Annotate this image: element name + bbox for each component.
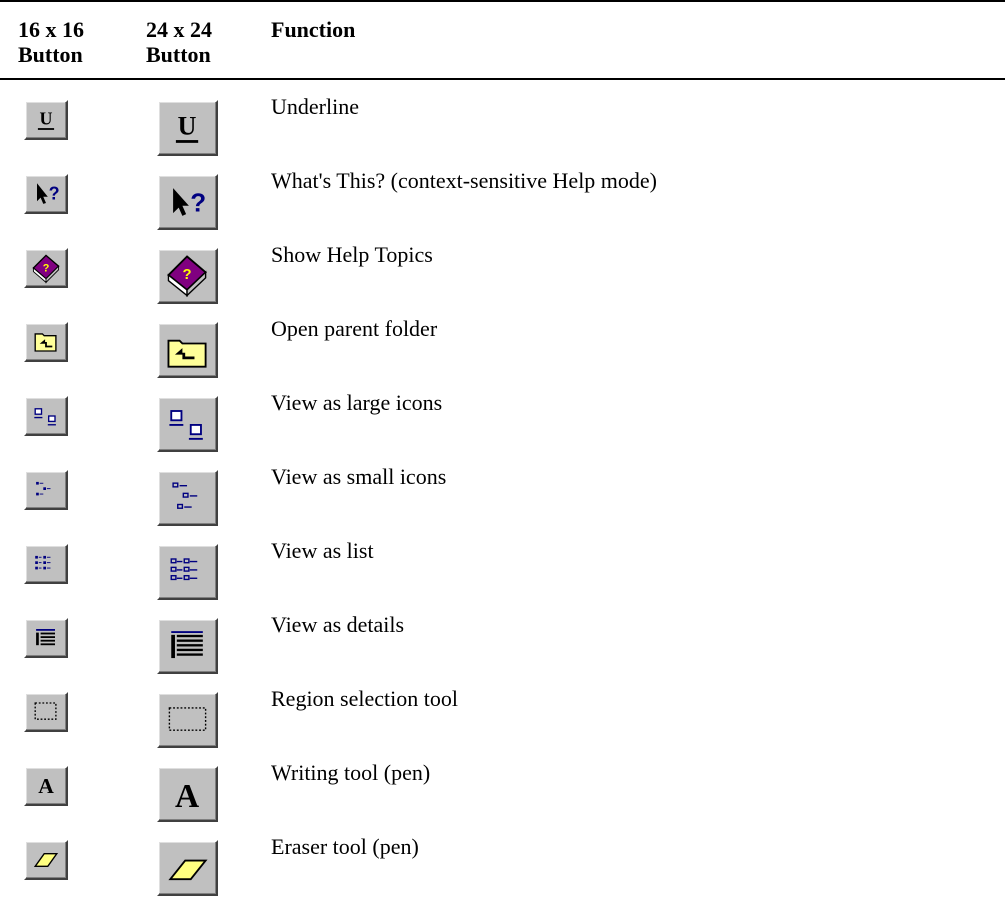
top-rule <box>0 0 1005 2</box>
underline-icon: U <box>37 109 55 130</box>
function-label: Region selection tool <box>271 686 458 711</box>
header-24-line2: Button <box>146 42 211 67</box>
list-view-button-16[interactable] <box>24 544 68 584</box>
underline-button-24[interactable]: U <box>157 100 218 156</box>
svg-text:A: A <box>175 778 199 815</box>
small-icons-button-16[interactable] <box>24 470 68 510</box>
header-16-line2: Button <box>18 42 83 67</box>
function-label: Writing tool (pen) <box>271 760 431 785</box>
table-row: Open parent folder <box>0 316 1005 390</box>
function-label: Open parent folder <box>271 316 438 341</box>
header-16-line1: 16 x 16 <box>18 17 84 42</box>
details-view-button-16[interactable] <box>24 618 68 658</box>
whats-this-button-24[interactable]: ? <box>157 174 218 230</box>
region-select-icon <box>168 707 207 731</box>
svg-text:U: U <box>178 112 197 141</box>
function-label: Underline <box>271 94 359 119</box>
parent-folder-button-24[interactable] <box>157 322 218 378</box>
table-row: ? ? Show Help Topics <box>0 242 1005 316</box>
function-label: View as small icons <box>271 464 447 489</box>
large-icons-button-24[interactable] <box>157 396 218 452</box>
header-function: Function <box>271 17 355 42</box>
writing-tool-button-16[interactable]: A <box>24 766 68 806</box>
details-view-icon <box>36 629 55 646</box>
list-view-button-24[interactable] <box>157 544 218 600</box>
svg-text:A: A <box>38 774 54 798</box>
region-select-button-24[interactable] <box>157 692 218 748</box>
small-icons-button-24[interactable] <box>157 470 218 526</box>
eraser-button-24[interactable] <box>157 840 218 896</box>
large-icons-view-icon <box>34 408 56 426</box>
table-row: Eraser tool (pen) <box>0 834 1005 908</box>
header-rule <box>0 78 1005 80</box>
eraser-icon <box>168 859 208 881</box>
svg-text:?: ? <box>182 267 191 283</box>
table-row: View as small icons <box>0 464 1005 538</box>
eraser-button-16[interactable] <box>24 840 68 880</box>
table-row: View as details <box>0 612 1005 686</box>
writing-tool-icon: A <box>175 778 199 815</box>
parent-folder-icon <box>34 333 57 352</box>
svg-text:?: ? <box>43 263 50 275</box>
whats-this-icon: ? <box>37 183 60 204</box>
header-16-button: 16 x 16 Button <box>18 17 84 67</box>
header-24-button: 24 x 24 Button <box>146 17 212 67</box>
region-select-icon <box>34 702 57 720</box>
table-row: ? ? What's This? (context-sensitive Help… <box>0 168 1005 242</box>
function-label: View as large icons <box>271 390 443 415</box>
function-label: What's This? (context-sensitive Help mod… <box>271 168 658 193</box>
underline-icon: U <box>175 112 199 143</box>
eraser-icon <box>33 853 59 867</box>
small-icons-view-icon <box>172 482 198 509</box>
list-view-icon <box>35 555 51 570</box>
table-row: A A Writing tool (pen) <box>0 760 1005 834</box>
whats-this-icon: ? <box>173 187 206 217</box>
help-book-icon: ? <box>32 254 60 284</box>
table-row: View as large icons <box>0 390 1005 464</box>
svg-text:?: ? <box>190 187 206 217</box>
svg-text:?: ? <box>49 183 60 203</box>
details-view-icon <box>171 631 203 659</box>
svg-text:U: U <box>40 109 53 129</box>
details-view-button-24[interactable] <box>157 618 218 674</box>
function-label: Eraser tool (pen) <box>271 834 419 859</box>
header-function-label: Function <box>271 17 356 42</box>
help-topics-button-16[interactable]: ? <box>24 248 68 288</box>
whats-this-button-16[interactable]: ? <box>24 174 68 214</box>
large-icons-view-icon <box>169 410 203 440</box>
table-row: Region selection tool <box>0 686 1005 760</box>
header-24-line1: 24 x 24 <box>146 17 212 42</box>
help-topics-button-24[interactable]: ? <box>157 248 218 304</box>
function-label: View as details <box>271 612 405 637</box>
underline-button-16[interactable]: U <box>24 100 68 140</box>
region-select-button-16[interactable] <box>24 692 68 732</box>
writing-tool-button-24[interactable]: A <box>157 766 218 822</box>
large-icons-button-16[interactable] <box>24 396 68 436</box>
table-row: U U Underline <box>0 94 1005 168</box>
small-icons-view-icon <box>36 481 51 496</box>
writing-tool-icon: A <box>38 774 54 798</box>
function-label: View as list <box>271 538 374 563</box>
function-label: Show Help Topics <box>271 242 433 267</box>
parent-folder-icon <box>167 339 207 368</box>
list-view-icon <box>170 558 198 581</box>
parent-folder-button-16[interactable] <box>24 322 68 362</box>
help-book-icon: ? <box>167 255 207 298</box>
table-row: View as list <box>0 538 1005 612</box>
